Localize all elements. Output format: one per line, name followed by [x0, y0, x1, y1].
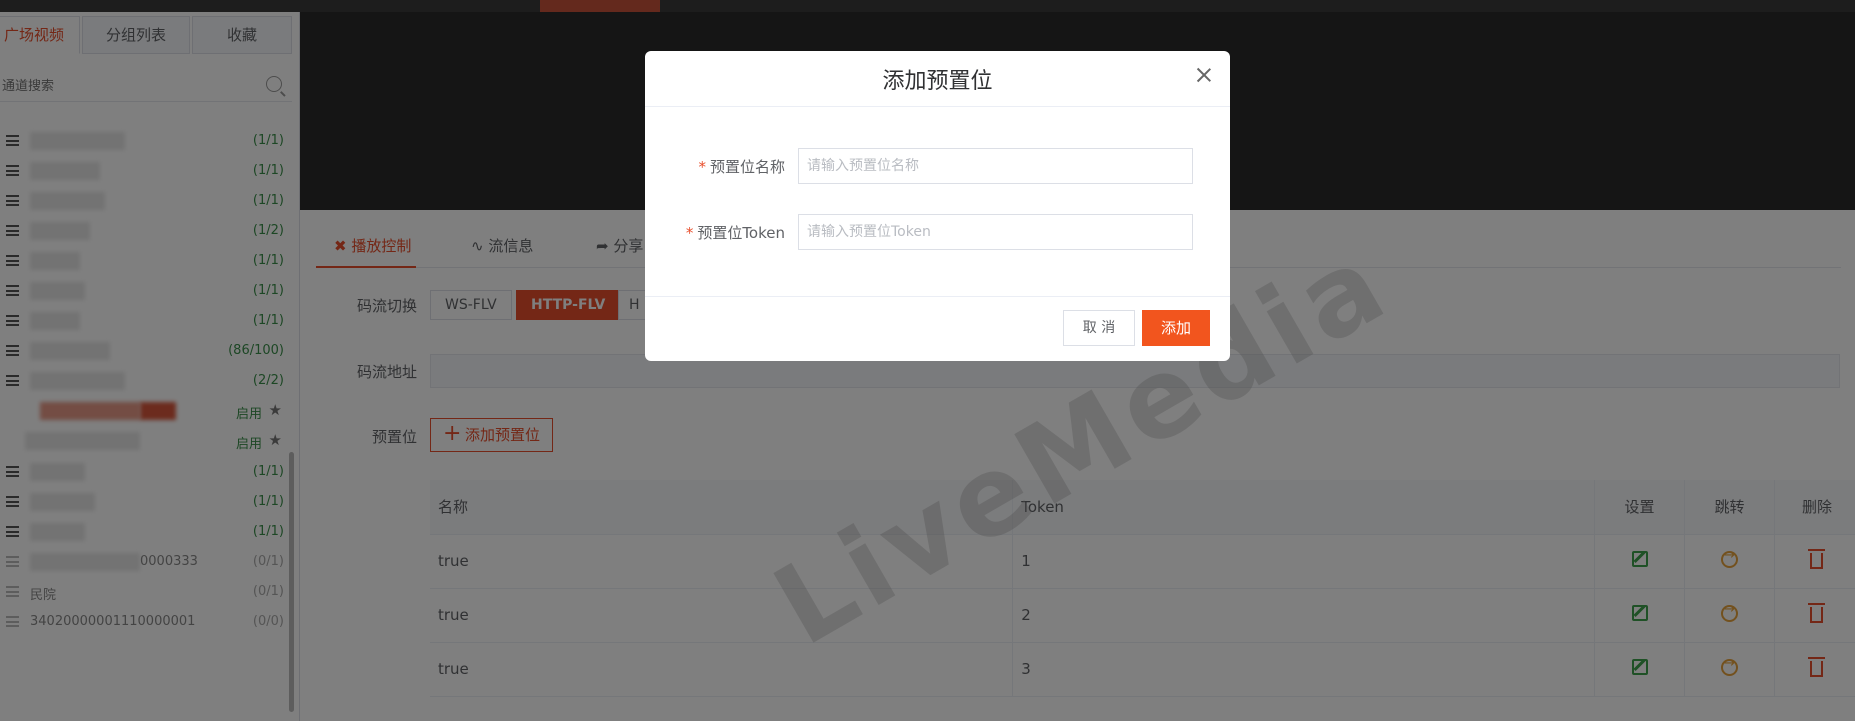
dialog-header: 添加预置位: [645, 51, 1230, 107]
dialog-footer: 取 消 添加: [645, 296, 1230, 361]
add-preset-dialog: 添加预置位 *预置位名称 *预置位Token 取 消 添加: [645, 51, 1230, 361]
required-mark: *: [685, 224, 694, 242]
preset-name-input[interactable]: [798, 148, 1193, 184]
preset-token-label: * 预置位Token: [685, 224, 785, 242]
preset-token-input[interactable]: [798, 214, 1193, 250]
preset-token-row: * 预置位Token: [645, 214, 1230, 250]
dialog-title: 添加预置位: [882, 69, 993, 94]
cancel-button[interactable]: 取 消: [1063, 310, 1135, 346]
close-icon[interactable]: [1194, 65, 1214, 85]
preset-name-row: * 预置位名称: [645, 148, 1230, 184]
required-mark: *: [698, 158, 706, 176]
preset-name-label: * 预置位名称: [698, 158, 785, 176]
confirm-add-button[interactable]: 添加: [1142, 310, 1210, 346]
